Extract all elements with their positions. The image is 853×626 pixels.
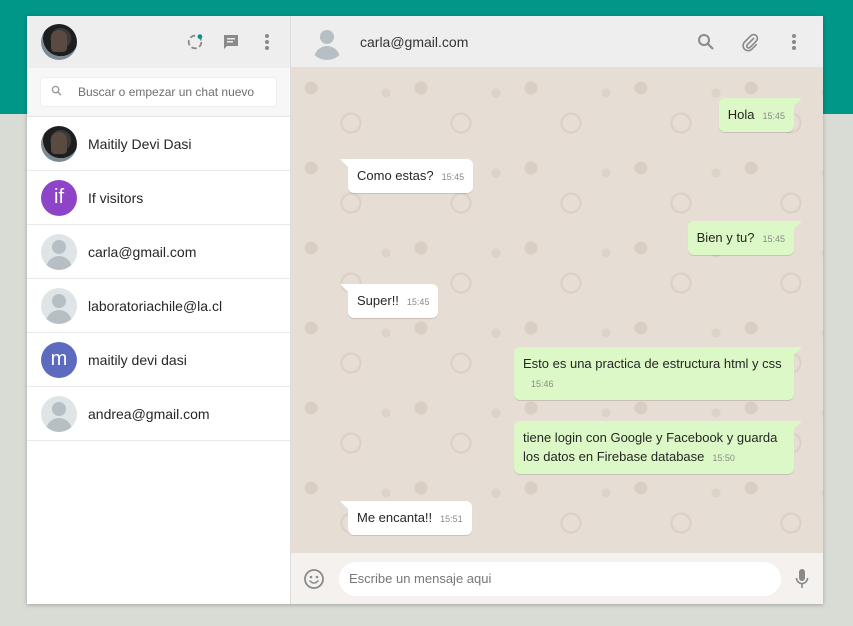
status-icon[interactable] bbox=[186, 33, 204, 51]
avatar-letter: if bbox=[54, 186, 64, 208]
chat-name: carla@gmail.com bbox=[88, 243, 197, 260]
message-input[interactable] bbox=[339, 561, 781, 596]
chat-list: Maitily Devi Dasi if If visitors carla@g… bbox=[27, 117, 290, 604]
chat-header: carla@gmail.com bbox=[291, 16, 823, 68]
message-time: 15:50 bbox=[712, 453, 735, 463]
app-window: Maitily Devi Dasi if If visitors carla@g… bbox=[27, 16, 823, 604]
search-icon bbox=[51, 83, 62, 101]
chat-item[interactable]: carla@gmail.com bbox=[27, 225, 290, 279]
avatar bbox=[41, 395, 77, 432]
menu-icon[interactable] bbox=[785, 33, 803, 51]
message-text: Me encanta!! bbox=[357, 510, 433, 525]
mic-icon[interactable] bbox=[793, 568, 811, 590]
message-bubble: tiene login con Google y Facebook y guar… bbox=[514, 421, 802, 474]
message-bubble: Super!! 15:45 bbox=[339, 284, 439, 318]
avatar bbox=[41, 287, 77, 324]
contact-avatar[interactable] bbox=[309, 23, 345, 60]
avatar bbox=[41, 233, 77, 270]
message-text: Esto es una practica de estructura html … bbox=[523, 356, 782, 371]
message-time: 15:45 bbox=[441, 172, 465, 182]
chat-item[interactable]: Maitily Devi Dasi bbox=[27, 117, 290, 171]
chat-icon[interactable] bbox=[222, 33, 240, 51]
chat-name: If visitors bbox=[88, 189, 144, 206]
avatar: m bbox=[41, 341, 77, 378]
message-text: Hola bbox=[727, 107, 755, 122]
message-text: Como estas? bbox=[357, 168, 434, 183]
search-input[interactable] bbox=[76, 84, 266, 100]
chat-item[interactable]: andrea@gmail.com bbox=[27, 387, 290, 441]
message-bubble: Esto es una practica de estructura html … bbox=[514, 347, 802, 400]
emoji-icon[interactable] bbox=[303, 568, 325, 590]
message-time: 15:45 bbox=[406, 297, 430, 307]
contact-name[interactable]: carla@gmail.com bbox=[360, 34, 468, 50]
message-text: tiene login con Google y Facebook y guar… bbox=[523, 430, 778, 464]
message-bubble: Como estas? 15:45 bbox=[339, 159, 474, 193]
composer bbox=[291, 553, 823, 604]
chat-name: andrea@gmail.com bbox=[88, 405, 210, 422]
chat-name: laboratoriachile@la.cl bbox=[88, 297, 223, 314]
search-icon[interactable] bbox=[697, 33, 715, 51]
message-time: 15:45 bbox=[762, 111, 785, 121]
message-bubble: Bien y tu? 15:45 bbox=[687, 221, 803, 255]
conversation: Hola 15:45 Como estas? 15:45 Bien y tu? 15:… bbox=[291, 68, 823, 553]
message-time: 15:45 bbox=[762, 234, 785, 244]
chat-item[interactable]: m maitily devi dasi bbox=[27, 333, 290, 387]
message-text: Bien y tu? bbox=[696, 230, 755, 245]
my-avatar[interactable] bbox=[41, 24, 77, 60]
attach-icon[interactable] bbox=[741, 33, 759, 51]
message-time: 15:51 bbox=[440, 514, 463, 524]
menu-icon[interactable] bbox=[258, 33, 276, 51]
chat-name: Maitily Devi Dasi bbox=[88, 135, 192, 152]
chat-item[interactable]: laboratoriachile@la.cl bbox=[27, 279, 290, 333]
sidebar-header bbox=[27, 16, 290, 68]
chat-name: maitily devi dasi bbox=[88, 351, 187, 368]
chat-item[interactable]: if If visitors bbox=[27, 171, 290, 225]
message-bubble: Me encanta!! 15:51 bbox=[340, 501, 472, 535]
main-panel: carla@gmail.com Hola 15:45 Como estas? 15:… bbox=[291, 16, 823, 604]
message-text: Super!! bbox=[357, 293, 399, 308]
message-time: 15:46 bbox=[531, 379, 554, 389]
message-bubble: Hola 15:45 bbox=[718, 98, 803, 132]
avatar bbox=[41, 125, 77, 162]
sidebar: Maitily Devi Dasi if If visitors carla@g… bbox=[27, 16, 291, 604]
avatar: if bbox=[41, 179, 77, 216]
avatar-letter: m bbox=[50, 348, 68, 370]
search-box bbox=[41, 78, 276, 106]
search-bar bbox=[27, 68, 290, 117]
